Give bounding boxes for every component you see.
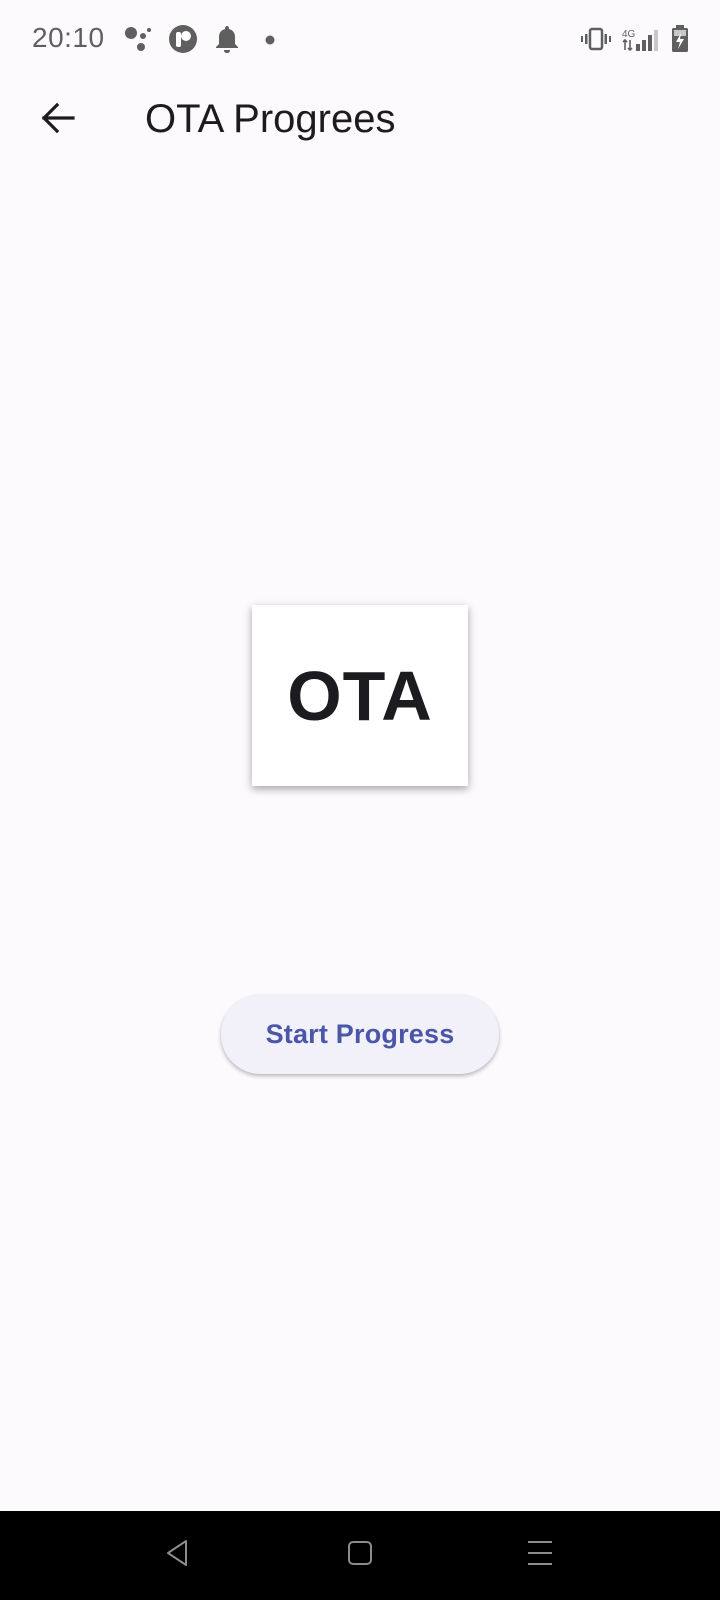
status-bar: 20:10 4G bbox=[0, 0, 720, 80]
app-p-icon bbox=[168, 24, 198, 56]
back-button[interactable] bbox=[26, 88, 90, 152]
assistant-dots-icon bbox=[124, 24, 152, 56]
page-title: OTA Progrees bbox=[145, 97, 396, 141]
status-time: 20:10 bbox=[32, 22, 105, 53]
nav-home-button[interactable] bbox=[338, 1533, 382, 1577]
home-square-icon bbox=[345, 1538, 375, 1573]
arrow-left-icon bbox=[40, 100, 76, 141]
app-bar: OTA Progrees bbox=[0, 80, 720, 160]
menu-lines-icon bbox=[525, 1538, 555, 1573]
ota-card: OTA bbox=[252, 605, 468, 786]
dot-icon bbox=[264, 24, 276, 56]
network-type-label: 4G bbox=[622, 29, 636, 40]
ota-card-text: OTA bbox=[287, 656, 433, 735]
start-progress-label: Start Progress bbox=[265, 1019, 455, 1049]
screen: 20:10 4G OTA Progrees OTA Start Progress bbox=[0, 0, 720, 1600]
start-progress-button[interactable]: Start Progress bbox=[221, 995, 499, 1074]
nav-menu-button[interactable] bbox=[518, 1533, 562, 1577]
bell-icon bbox=[214, 24, 240, 56]
signal-icon: 4G bbox=[622, 28, 662, 60]
vibrate-icon bbox=[581, 24, 611, 56]
navigation-bar bbox=[0, 1511, 720, 1600]
battery-charging-icon bbox=[670, 24, 690, 56]
nav-back-button[interactable] bbox=[156, 1533, 200, 1577]
back-triangle-icon bbox=[163, 1538, 193, 1573]
